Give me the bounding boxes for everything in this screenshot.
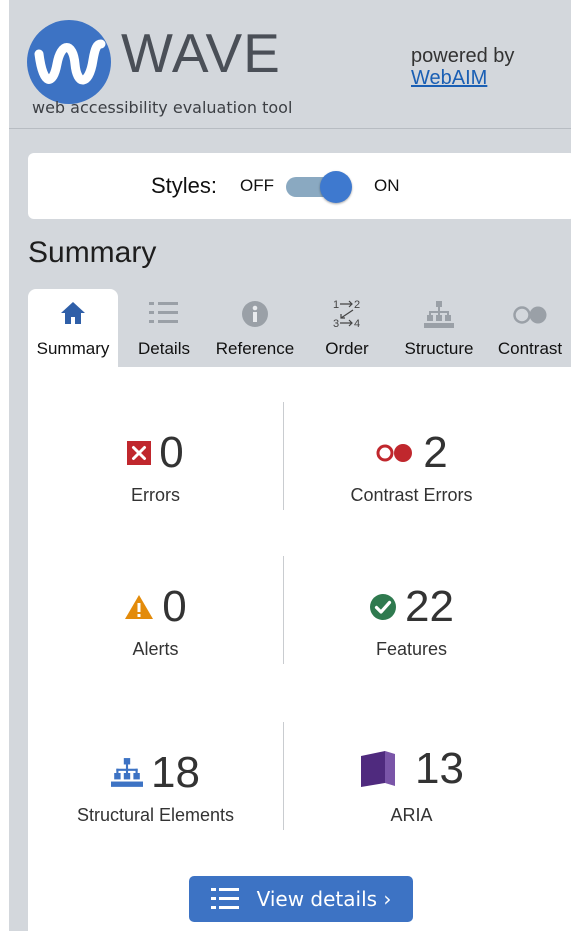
contrast-error-icon <box>376 444 413 462</box>
contrast-errors-count: 2 <box>423 428 448 477</box>
tab-label: Contrast <box>497 339 563 358</box>
info-icon <box>242 301 268 327</box>
tab-label: Summary <box>36 339 110 358</box>
wave-logo-icon <box>27 20 111 104</box>
tab-order[interactable]: 1 2 3 4 Order <box>310 289 384 367</box>
tab-bar: Summary Details Reference 1 2 3 4 Order … <box>28 289 571 367</box>
webaim-link[interactable]: WebAIM <box>411 67 487 89</box>
styles-toggle-switch[interactable] <box>286 171 354 203</box>
aria-count: 13 <box>415 744 464 793</box>
errors-metric[interactable]: 0 Errors <box>28 427 283 506</box>
order-icon: 1 2 3 4 <box>333 299 360 329</box>
features-metric[interactable]: 22 Features <box>284 581 539 660</box>
toggle-on-label: ON <box>374 176 400 195</box>
home-icon <box>61 302 85 324</box>
contrast-errors-metric[interactable]: 2 Contrast Errors <box>284 427 539 506</box>
tab-summary[interactable]: Summary <box>28 289 118 367</box>
styles-toggle-card: Styles: OFF ON <box>28 153 571 219</box>
list-icon <box>149 302 178 323</box>
view-details-label: View details › <box>256 887 392 911</box>
wave-sidebar: WAVE web accessibility evaluation tool p… <box>0 0 571 931</box>
contrast-errors-label: Contrast Errors <box>350 485 473 505</box>
toggle-off-label: OFF <box>240 176 274 195</box>
page-title: Summary <box>28 236 157 269</box>
errors-label: Errors <box>131 485 180 505</box>
structure-icon <box>111 758 144 787</box>
alerts-label: Alerts <box>132 639 179 659</box>
tab-contrast[interactable]: Contrast <box>490 289 570 367</box>
logo-text: WAVE <box>121 22 281 84</box>
tab-label: Reference <box>215 339 295 358</box>
header: WAVE web accessibility evaluation tool p… <box>9 0 571 130</box>
structural-elements-count: 18 <box>151 748 200 797</box>
aria-metric[interactable]: 13 ARIA <box>284 739 539 826</box>
alerts-count: 0 <box>162 582 187 631</box>
aria-icon <box>361 751 396 787</box>
feature-check-icon <box>370 594 397 620</box>
svg-text:4: 4 <box>354 318 360 329</box>
tab-structure[interactable]: Structure <box>392 289 486 367</box>
svg-text:3: 3 <box>333 318 339 329</box>
view-details-button[interactable]: View details › <box>189 876 413 922</box>
structural-elements-metric[interactable]: 18 Structural Elements <box>28 747 283 826</box>
tab-reference[interactable]: Reference <box>208 289 302 367</box>
summary-panel: 0 Errors 2 Contrast Errors 0 Alerts 22 F… <box>28 367 571 931</box>
tab-details[interactable]: Details <box>126 289 202 367</box>
alert-icon <box>125 595 154 619</box>
svg-text:1: 1 <box>333 299 339 311</box>
errors-count: 0 <box>159 428 184 477</box>
powered-by-label: powered by <box>411 45 515 67</box>
styles-label: Styles: <box>151 173 218 198</box>
tab-label: Structure <box>404 339 474 358</box>
features-count: 22 <box>405 582 454 631</box>
alerts-metric[interactable]: 0 Alerts <box>28 581 283 660</box>
page-edge <box>0 0 9 931</box>
aria-label: ARIA <box>390 805 433 825</box>
toggle-knob <box>320 171 352 203</box>
structural-elements-label: Structural Elements <box>76 805 235 825</box>
header-divider <box>9 128 571 129</box>
tab-label: Details <box>138 339 190 358</box>
tab-label: Order <box>325 339 369 358</box>
svg-text:2: 2 <box>354 299 360 311</box>
structure-icon <box>424 301 454 328</box>
error-icon <box>127 441 152 465</box>
powered-by: powered by WebAIM <box>411 45 514 89</box>
features-label: Features <box>375 639 448 659</box>
tagline: web accessibility evaluation tool <box>32 98 293 117</box>
list-icon <box>210 888 239 909</box>
contrast-icon <box>513 306 547 324</box>
